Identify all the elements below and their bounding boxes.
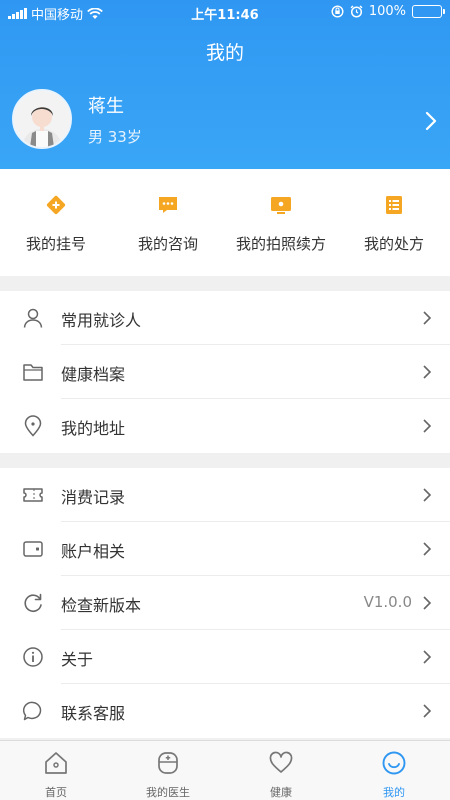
tab-label: 首页 [45, 786, 67, 799]
tab-label: 我的医生 [146, 786, 190, 799]
tab-my-doctor[interactable]: 我的医生 [112, 741, 224, 800]
prescription-list-icon [386, 196, 402, 214]
menu-item-customer-service[interactable]: 联系客服 [0, 684, 450, 738]
tab-health[interactable]: 健康 [225, 741, 337, 800]
menu-item-consumption-records[interactable]: 消费记录 [0, 468, 450, 522]
quick-action-label: 我的处方 [363, 235, 424, 253]
quick-action-label: 我的拍照续方 [235, 235, 326, 253]
chevron-right-icon [423, 365, 432, 379]
tab-bar: 首页 我的医生 健康 我的 [0, 740, 450, 800]
person-icon [23, 308, 43, 328]
refresh-icon [24, 593, 42, 612]
chat-bubble-icon [22, 701, 42, 721]
rotation-lock-icon [331, 5, 344, 18]
tab-home[interactable]: 首页 [0, 741, 112, 800]
menu-item-health-records[interactable]: 健康档案 [0, 345, 450, 399]
tab-mine[interactable]: 我的 [338, 741, 450, 800]
menu-item-label: 关于 [61, 650, 94, 669]
profile-gender-age: 男 33岁 [88, 128, 142, 146]
wallet-icon [23, 541, 43, 557]
battery-icon [412, 5, 445, 18]
chevron-right-icon [423, 488, 432, 502]
heart-icon [269, 751, 293, 773]
menu-group-patients: 常用就诊人 健康档案 我的地址 [0, 291, 450, 453]
menu-item-label: 账户相关 [61, 542, 126, 561]
avatar [12, 89, 72, 149]
location-pin-icon [24, 415, 42, 437]
chevron-right-icon [423, 311, 432, 325]
quick-action-registration[interactable]: 我的挂号 [0, 169, 112, 276]
alarm-icon [350, 5, 363, 18]
quick-actions: 我的挂号 我的咨询 我的拍照续方 我的处方 [0, 169, 450, 276]
quick-action-label: 我的咨询 [137, 235, 198, 253]
menu-item-label: 消费记录 [61, 488, 126, 507]
menu-group-account: 消费记录 账户相关 检查新版本 V1.0.0 关于 联系客服 [0, 468, 450, 738]
info-icon [23, 647, 43, 667]
tab-label: 健康 [270, 786, 292, 799]
chevron-right-icon [423, 596, 432, 610]
profile-name: 蒋生 [88, 96, 124, 117]
quick-action-label: 我的挂号 [25, 235, 86, 253]
page-title: 我的 [205, 42, 244, 64]
chevron-right-icon [423, 419, 432, 433]
status-bar: 中国移动 上午11:46 100% [0, 0, 450, 24]
registration-icon [46, 195, 66, 215]
menu-item-label: 检查新版本 [61, 596, 142, 615]
photo-renewal-icon [271, 197, 291, 214]
menu-item-check-update[interactable]: 检查新版本 V1.0.0 [0, 576, 450, 630]
home-icon [45, 752, 67, 774]
menu-item-label: 我的地址 [61, 419, 126, 438]
ticket-icon [23, 488, 43, 502]
quick-action-consultation[interactable]: 我的咨询 [112, 169, 224, 276]
chevron-right-icon [423, 704, 432, 718]
consultation-chat-icon [159, 197, 177, 213]
tab-label: 我的 [383, 786, 405, 799]
menu-item-about[interactable]: 关于 [0, 630, 450, 684]
menu-item-label: 健康档案 [61, 365, 126, 384]
chevron-right-icon [423, 650, 432, 664]
version-value: V1.0.0 [363, 593, 412, 611]
menu-item-label: 常用就诊人 [61, 311, 142, 330]
header: 中国移动 上午11:46 100% 我的 蒋生 男 33岁 [0, 0, 450, 169]
menu-item-label: 联系客服 [61, 704, 126, 723]
quick-action-prescription[interactable]: 我的处方 [338, 169, 450, 276]
doctor-icon [158, 752, 178, 774]
menu-item-account[interactable]: 账户相关 [0, 522, 450, 576]
quick-action-photo-renewal[interactable]: 我的拍照续方 [225, 169, 337, 276]
chevron-right-icon [423, 542, 432, 556]
battery-percent: 100% [368, 4, 406, 19]
folder-icon [23, 364, 43, 381]
menu-item-my-address[interactable]: 我的地址 [0, 399, 450, 453]
menu-item-frequent-patients[interactable]: 常用就诊人 [0, 291, 450, 345]
chevron-right-icon[interactable] [424, 110, 438, 132]
smiley-icon [382, 751, 406, 775]
profile-card[interactable]: 蒋生 男 33岁 [0, 80, 450, 169]
